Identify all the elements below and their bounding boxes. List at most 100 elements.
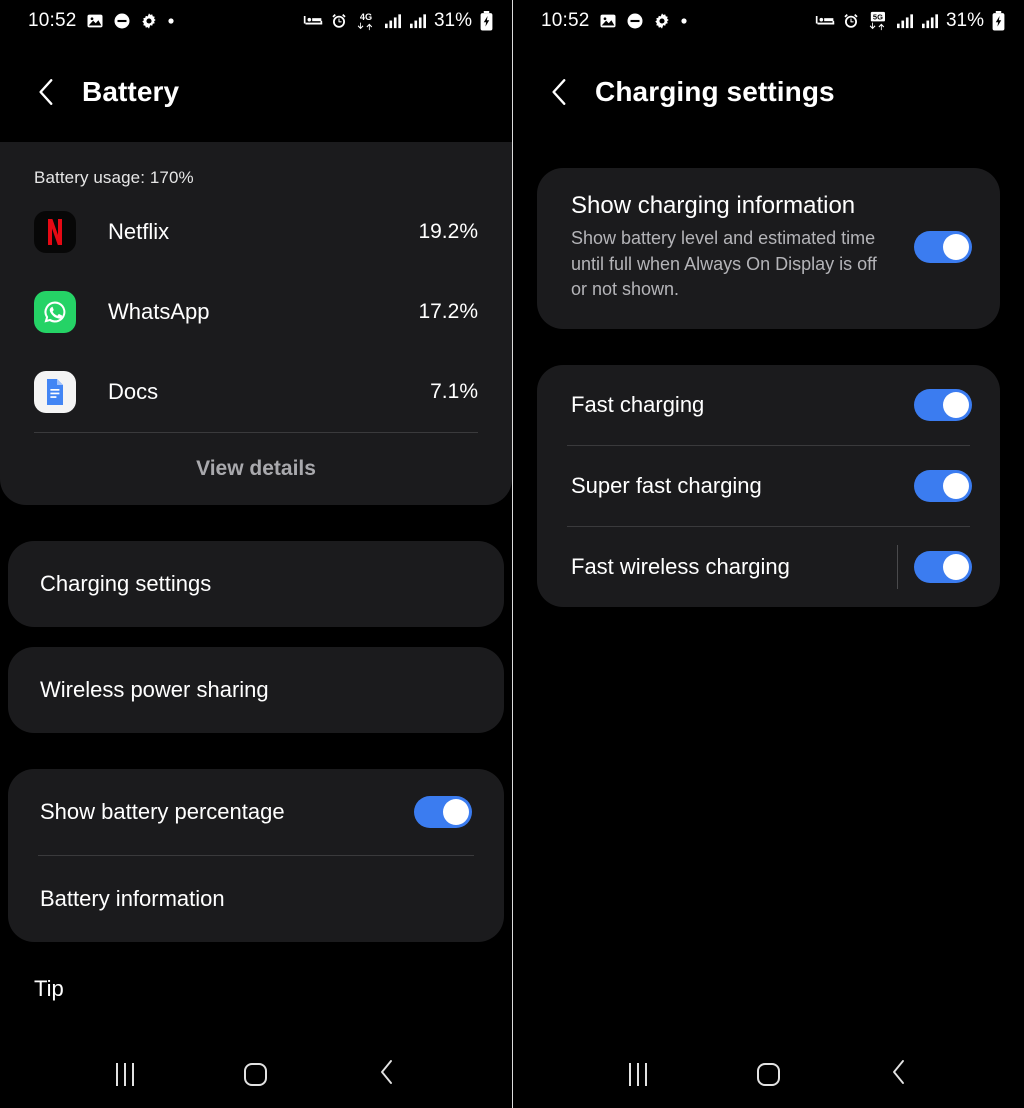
row-fast-wireless-charging[interactable]: Fast wireless charging (537, 527, 1000, 607)
dot-icon (680, 17, 688, 25)
battery-percent-label: 31% (433, 10, 472, 31)
fast-wireless-charging-toggle[interactable] (914, 550, 972, 583)
bed-icon (303, 13, 323, 29)
status-bar-left: 10:52 (28, 10, 175, 32)
app-name: Netflix (108, 219, 170, 244)
system-navigation-bar (513, 1040, 1024, 1108)
google-docs-icon (34, 371, 76, 413)
view-details-button[interactable]: View details (0, 433, 512, 505)
app-percent: 19.2% (418, 220, 478, 243)
fast-charging-toggle[interactable] (914, 388, 972, 421)
status-bar-clock: 10:52 (28, 10, 77, 31)
toggle-knob (943, 553, 969, 580)
page-header: Battery (0, 42, 512, 142)
battery-usage-card: Battery usage: 170% Netflix 19.2% WhatsA… (0, 142, 512, 505)
row-show-battery-percentage[interactable]: Show battery percentage (8, 769, 504, 855)
battery-percent-label: 31% (945, 10, 984, 31)
network-type-icon: 4G (355, 11, 377, 31)
status-bar: 10:52 (513, 0, 1024, 42)
back-nav-button[interactable] (864, 1051, 934, 1097)
recents-button[interactable] (90, 1051, 160, 1097)
page-header: Charging settings (513, 42, 1024, 142)
netflix-icon (34, 211, 76, 253)
super-fast-charging-toggle[interactable] (914, 469, 972, 502)
status-bar-clock: 10:52 (541, 10, 590, 31)
recents-icon (629, 1062, 648, 1086)
list-item[interactable]: Netflix 19.2% (0, 192, 512, 272)
toggle-knob (943, 234, 969, 261)
app-percent: 17.2% (418, 300, 478, 323)
super-fast-charging-label: Super fast charging (571, 472, 762, 498)
back-nav-button[interactable] (352, 1051, 422, 1097)
menu-item-label: Wireless power sharing (40, 677, 269, 702)
battery-usage-label: Battery usage: 170% (34, 168, 194, 187)
do-not-disturb-icon (626, 12, 644, 30)
charging-info-description: Show battery level and estimated time un… (571, 228, 877, 300)
svg-text:5G: 5G (873, 13, 883, 22)
charging-info-title: Show charging information (571, 192, 856, 219)
home-button[interactable] (733, 1051, 803, 1097)
battery-charging-icon (991, 11, 1006, 31)
back-button[interactable] (30, 75, 64, 109)
phone-screen-charging-settings: 10:52 5G 31% Charging settings Show char… (512, 0, 1024, 1108)
gear-icon (653, 12, 671, 30)
home-icon (756, 1062, 780, 1086)
menu-item-wireless-power-sharing[interactable]: Wireless power sharing (8, 647, 504, 733)
show-battery-percentage-label: Show battery percentage (40, 799, 285, 824)
home-icon (244, 1062, 268, 1086)
bed-icon (815, 13, 835, 29)
toggle-knob (943, 472, 969, 499)
image-icon (599, 12, 617, 30)
status-bar: 10:52 (0, 0, 512, 42)
battery-information-label: Battery information (40, 886, 225, 911)
toggle-knob (443, 799, 469, 825)
row-fast-charging[interactable]: Fast charging (537, 365, 1000, 445)
fast-charging-label: Fast charging (571, 391, 705, 417)
menu-item-label: Charging settings (40, 571, 212, 596)
signal-bars-icon (384, 13, 402, 29)
dual-screenshot-container: 10:52 4G 31% Battery Battery usage: 170%… (0, 0, 1024, 1108)
battery-settings-card: Show battery percentage Battery informat… (8, 769, 504, 942)
view-details-label: View details (196, 457, 316, 480)
status-bar-right: 4G 31% (303, 10, 494, 32)
tip-section: Tip (0, 942, 512, 1002)
page-title: Battery (82, 76, 180, 107)
wireless-power-sharing-card[interactable]: Wireless power sharing (8, 647, 504, 733)
row-super-fast-charging[interactable]: Super fast charging (537, 446, 1000, 526)
row-show-charging-information[interactable]: Show charging information Show battery l… (537, 168, 1000, 329)
battery-charging-icon (479, 11, 494, 31)
signal-bars-icon (896, 13, 914, 29)
row-battery-information[interactable]: Battery information (8, 856, 504, 942)
charging-toggles-card: Fast charging Super fast charging Fast w… (537, 364, 1000, 607)
list-item[interactable]: Docs 7.1% (0, 352, 512, 432)
signal-bars-icon (921, 13, 939, 29)
image-icon (86, 12, 104, 30)
list-item[interactable]: WhatsApp 17.2% (0, 272, 512, 352)
recents-button[interactable] (603, 1051, 673, 1097)
menu-item-charging-settings[interactable]: Charging settings (8, 541, 504, 627)
show-charging-information-card: Show charging information Show battery l… (537, 168, 1000, 329)
show-battery-percentage-toggle[interactable] (414, 796, 472, 828)
status-bar-right: 5G 31% (815, 10, 1006, 32)
recents-icon (116, 1062, 135, 1086)
dot-icon (167, 17, 175, 25)
back-icon (377, 1059, 397, 1090)
home-button[interactable] (221, 1051, 291, 1097)
app-percent: 7.1% (430, 380, 478, 403)
charging-settings-card[interactable]: Charging settings (8, 541, 504, 627)
back-button[interactable] (543, 75, 577, 109)
show-charging-information-toggle[interactable] (914, 231, 972, 264)
app-name: WhatsApp (108, 299, 210, 324)
fast-wireless-charging-label: Fast wireless charging (571, 553, 790, 579)
alarm-icon (330, 12, 348, 30)
svg-text:4G: 4G (360, 12, 372, 22)
page-title: Charging settings (595, 76, 835, 107)
app-name: Docs (108, 379, 159, 404)
gear-icon (140, 12, 158, 30)
whatsapp-icon (34, 291, 76, 333)
phone-screen-battery: 10:52 4G 31% Battery Battery usage: 170%… (0, 0, 512, 1108)
